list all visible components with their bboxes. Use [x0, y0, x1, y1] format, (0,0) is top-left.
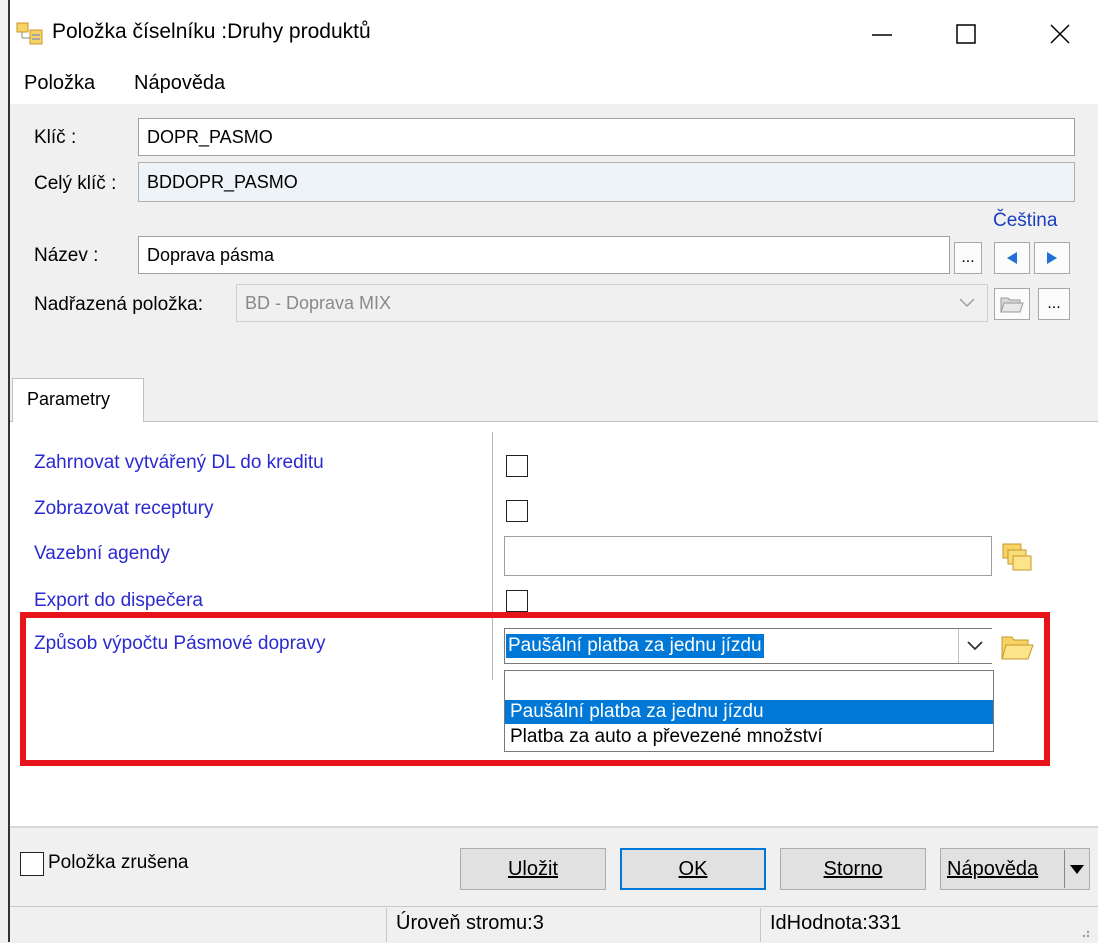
- full-key-field: BDDOPR_PASMO: [138, 162, 1075, 202]
- key-input[interactable]: DOPR_PASMO: [138, 118, 1075, 156]
- param-checkbox-kredit[interactable]: [506, 455, 528, 477]
- agendy-browse-button[interactable]: [1000, 540, 1034, 574]
- full-key-label: Celý klíč :: [34, 173, 117, 194]
- chevron-down-icon: [959, 298, 975, 308]
- close-button[interactable]: [1030, 14, 1090, 54]
- parent-label: Nadřazená položka:: [34, 294, 203, 315]
- folder-stack-icon: [1002, 543, 1032, 571]
- save-button[interactable]: Uložit: [460, 848, 606, 890]
- caret-down-icon: [1070, 865, 1084, 874]
- folder-open-icon: [1000, 297, 1024, 313]
- status-separator: [760, 908, 761, 942]
- status-separator: [386, 908, 387, 942]
- param-label-receptury: Zobrazovat receptury: [34, 498, 214, 519]
- menu-item-napoveda[interactable]: Nápověda: [134, 72, 225, 95]
- minimize-button[interactable]: [852, 14, 912, 54]
- help-dropdown-button[interactable]: [1064, 850, 1089, 888]
- parent-select-value: BD - Doprava MIX: [245, 292, 392, 313]
- parent-browse-button[interactable]: [994, 288, 1030, 320]
- name-ellipsis-button[interactable]: ...: [954, 242, 982, 274]
- arrow-right-icon: [1047, 252, 1057, 264]
- param-checkbox-receptury[interactable]: [506, 500, 528, 522]
- cancelled-label: Položka zrušena: [48, 852, 189, 873]
- param-checkbox-dispecer[interactable]: [506, 590, 528, 612]
- ok-button-label: OK: [678, 857, 708, 880]
- maximize-button[interactable]: [936, 14, 996, 54]
- name-label: Název :: [34, 245, 99, 266]
- parent-ellipsis-button[interactable]: ...: [1038, 288, 1070, 320]
- highlight-box: [20, 612, 1050, 766]
- prev-language-button[interactable]: [994, 242, 1030, 274]
- cancelled-checkbox[interactable]: [20, 852, 44, 876]
- save-button-label: Uložit: [507, 857, 558, 880]
- help-button-label: Nápověda: [947, 857, 1039, 880]
- maximize-icon: [956, 24, 976, 44]
- tab-parametry[interactable]: Parametry: [12, 378, 144, 422]
- key-label: Klíč :: [34, 127, 77, 148]
- minimize-icon: [872, 34, 892, 36]
- param-input-agendy[interactable]: [504, 536, 992, 576]
- next-language-button[interactable]: [1034, 242, 1070, 274]
- storno-button[interactable]: Storno: [780, 848, 926, 890]
- param-label-dispecer: Export do dispečera: [34, 590, 203, 611]
- arrow-left-icon: [1007, 252, 1017, 264]
- status-tree-level: Úroveň stromu:3: [396, 912, 544, 934]
- resize-grip-icon[interactable]: [1074, 924, 1092, 940]
- param-label-kredit: Zahrnovat vytvářený DL do kreditu: [34, 452, 324, 473]
- window-title: Položka číselníku :Druhy produktů: [52, 20, 371, 43]
- storno-button-label: Storno: [823, 857, 883, 880]
- footer-separator: [10, 826, 1098, 828]
- app-icon: [16, 22, 43, 45]
- ok-button[interactable]: OK: [620, 848, 766, 890]
- status-bar: [10, 906, 1098, 943]
- status-id-value: IdHodnota:331: [770, 912, 902, 934]
- param-label-agendy: Vazební agendy: [34, 543, 170, 564]
- name-input[interactable]: Doprava pásma: [138, 236, 950, 274]
- parent-select[interactable]: BD - Doprava MIX: [236, 284, 988, 322]
- close-icon: [1050, 24, 1070, 44]
- language-link[interactable]: Čeština: [993, 210, 1057, 232]
- menu-item-polozka[interactable]: Položka: [24, 72, 95, 95]
